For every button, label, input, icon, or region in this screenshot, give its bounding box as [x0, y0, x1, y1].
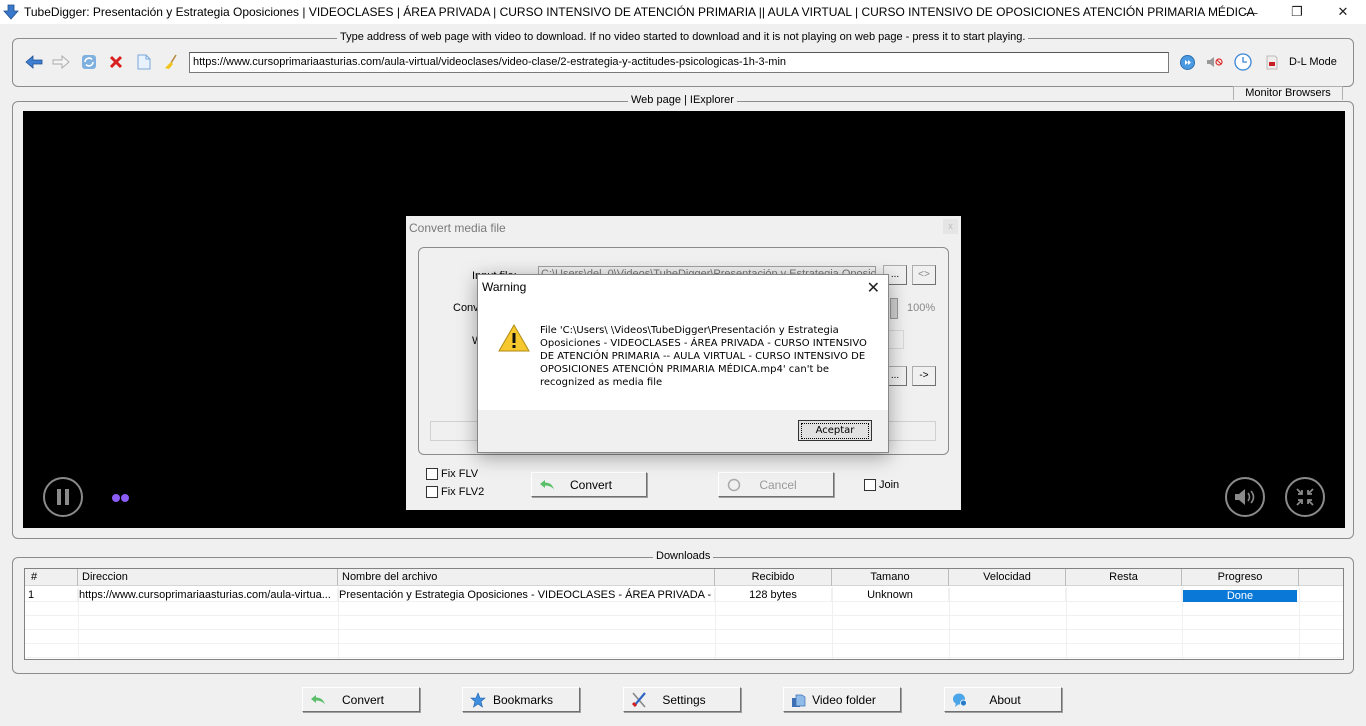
clock-icon[interactable] [1234, 53, 1252, 71]
close-button[interactable]: ✕ [1320, 0, 1366, 24]
dialog-convert-button[interactable]: Convert [531, 472, 647, 497]
col-velocidad[interactable]: Velocidad [949, 569, 1066, 586]
cancel-spinner-icon [723, 476, 745, 494]
cell-url: https://www.cursoprimariaasturias.com/au… [78, 588, 338, 602]
pause-icon [57, 489, 69, 505]
cell-speed [949, 588, 1066, 602]
exit-fullscreen-button[interactable] [1285, 477, 1325, 517]
address-legend: Type address of web page with video to d… [337, 31, 1029, 43]
convert-dialog-close-button[interactable]: x [943, 219, 958, 234]
minimize-button[interactable]: — [1228, 0, 1274, 24]
go-button[interactable]: -> [912, 366, 936, 386]
dl-mode-label[interactable]: D-L Mode [1289, 56, 1337, 68]
info-bubble-icon [949, 691, 971, 709]
monitor-browsers-tab[interactable]: Monitor Browsers [1233, 86, 1343, 100]
col-tamano[interactable]: Tamano [832, 569, 949, 586]
convert-format-label: Conv [453, 302, 479, 314]
col-resta[interactable]: Resta [1066, 569, 1182, 586]
cell-num: 1 [25, 588, 78, 602]
back-arrow-icon[interactable] [25, 53, 43, 71]
col-num[interactable]: # [25, 569, 78, 586]
convert-arrow-icon [307, 691, 329, 709]
warning-close-button[interactable]: ✕ [867, 278, 880, 298]
clear-broom-icon[interactable] [162, 53, 180, 71]
volume-icon [1235, 489, 1255, 505]
swap-button[interactable]: <> [912, 265, 936, 285]
table-row[interactable]: 1 https://www.cursoprimariaasturias.com/… [25, 588, 1343, 602]
table-header: # Direccion Nombre del archivo Recibido … [25, 569, 1343, 586]
progress-percent-label: 100% [907, 302, 936, 314]
fix-flv2-checkbox[interactable] [426, 486, 438, 498]
col-direccion[interactable]: Direccion [78, 569, 338, 586]
url-input[interactable]: https://www.cursoprimariaasturias.com/au… [189, 52, 1169, 73]
tools-icon [628, 691, 650, 709]
about-button[interactable]: About [944, 687, 1062, 712]
col-nombre[interactable]: Nombre del archivo [338, 569, 715, 586]
fix-flv-label: Fix FLV [441, 468, 479, 480]
video-folder-button[interactable]: Video folder [783, 687, 901, 712]
table-row-empty [25, 616, 1343, 630]
webpage-legend: Web page | IExplorer [628, 94, 737, 106]
downloads-table: # Direccion Nombre del archivo Recibido … [24, 568, 1344, 660]
warning-message: File 'C:\Users\ \Videos\TubeDigger\Prese… [540, 325, 867, 388]
window-title: TubeDigger: Presentación y Estrategia Op… [24, 5, 1255, 19]
new-page-icon[interactable] [135, 53, 153, 71]
col-recibido[interactable]: Recibido [715, 569, 832, 586]
convert-button[interactable]: Convert [302, 687, 420, 712]
progress-slider[interactable] [890, 298, 898, 319]
forward-arrow-icon[interactable] [52, 53, 70, 71]
exit-fullscreen-icon [1296, 488, 1314, 506]
warning-footer: Aceptar [478, 410, 888, 452]
stop-icon[interactable] [107, 53, 125, 71]
volume-button[interactable] [1225, 477, 1265, 517]
star-icon [467, 691, 489, 709]
warning-dialog: Warning ✕ File 'C:\Users\ \Videos\TubeDi… [477, 274, 889, 453]
app-download-icon [3, 4, 19, 20]
warning-icon [498, 323, 530, 352]
loading-indicator [112, 494, 129, 502]
play-fast-icon[interactable] [1178, 53, 1196, 71]
mute-icon[interactable] [1206, 53, 1224, 71]
cell-remaining [1066, 588, 1182, 602]
fix-flv-checkbox[interactable] [426, 468, 438, 480]
aceptar-button[interactable]: Aceptar [798, 420, 872, 441]
table-row-empty [25, 630, 1343, 644]
downloads-legend: Downloads [653, 550, 714, 562]
bookmarks-button[interactable]: Bookmarks [462, 687, 580, 712]
cell-filename: Presentación y Estrategia Oposiciones - … [339, 588, 715, 602]
warning-title: Warning [482, 280, 527, 294]
convert-dialog-title: Convert media file [409, 221, 506, 235]
fix-flv2-label: Fix FLV2 [441, 486, 485, 498]
convert-arrow-icon [536, 476, 558, 494]
table-row-empty [25, 602, 1343, 616]
col-progreso[interactable]: Progreso [1182, 569, 1299, 586]
pause-button[interactable] [43, 477, 83, 517]
title-bar: TubeDigger: Presentación y Estrategia Op… [0, 0, 1366, 24]
record-icon[interactable] [1263, 53, 1281, 71]
join-checkbox[interactable] [864, 479, 876, 491]
maximize-button[interactable]: ❐ [1274, 0, 1320, 24]
table-row-empty [25, 644, 1343, 658]
join-label: Join [879, 479, 900, 491]
settings-button[interactable]: Settings [623, 687, 741, 712]
cell-received: 128 bytes [715, 588, 832, 602]
refresh-icon[interactable] [80, 53, 98, 71]
dialog-cancel-button[interactable]: Cancel [718, 472, 834, 497]
progress-bar: Done [1183, 590, 1297, 602]
folder-icon [788, 691, 810, 709]
cell-size: Unknown [832, 588, 949, 602]
